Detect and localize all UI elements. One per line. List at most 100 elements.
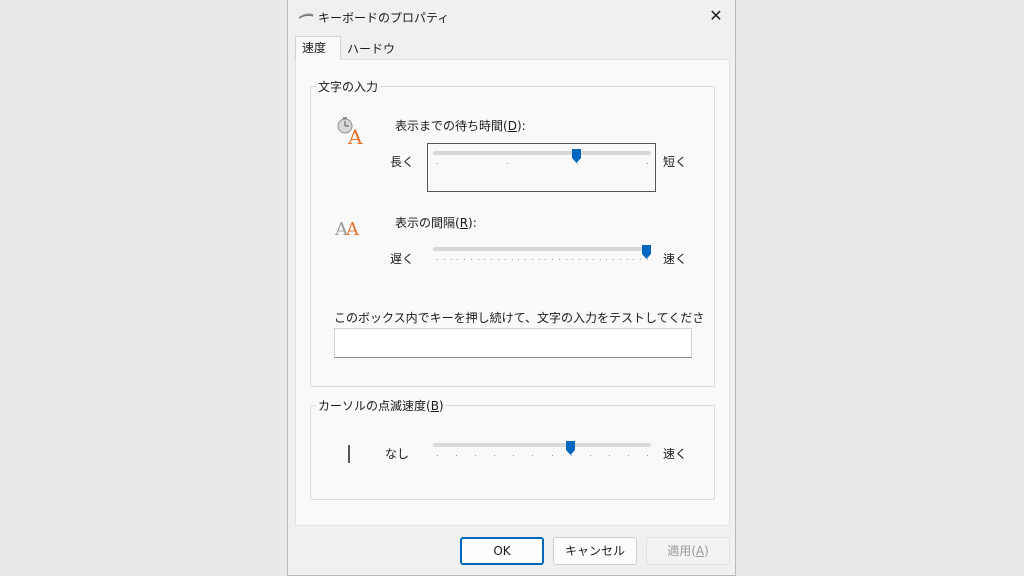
- slider-tick: [532, 455, 533, 456]
- cursor-left-label: なし: [385, 447, 410, 461]
- slider-tick: [525, 259, 526, 260]
- repeat-delay-accesskey: D: [507, 119, 517, 133]
- slider-tick: [475, 455, 476, 456]
- slider-tick: [647, 455, 648, 456]
- slider-tick: [505, 259, 506, 260]
- slider-tick: [444, 259, 445, 260]
- slider-tick: [513, 455, 514, 456]
- slider-tick: [494, 455, 495, 456]
- tab-speed[interactable]: 速度: [295, 36, 341, 60]
- slider-tick: [579, 259, 580, 260]
- repeat-rate-label-text: 表示の間隔(: [395, 216, 460, 230]
- tab-hardware[interactable]: ハードウェア: [341, 38, 401, 78]
- slider-tick: [559, 259, 560, 260]
- close-button[interactable]: ✕: [703, 4, 729, 28]
- slider-tick: [507, 163, 508, 164]
- slider-tick: [478, 259, 479, 260]
- slider-tick: [640, 259, 641, 260]
- close-icon: ✕: [709, 6, 723, 25]
- repeat-delay-left-label: 長く: [390, 155, 415, 169]
- repeat-rate-slider[interactable]: [433, 245, 651, 267]
- svg-text:A: A: [345, 219, 360, 240]
- slider-track: [433, 247, 651, 251]
- repeat-delay-slider[interactable]: [433, 149, 651, 171]
- apply-accesskey: A: [695, 544, 705, 558]
- slider-tick: [532, 259, 533, 260]
- slider-tick: [552, 259, 553, 260]
- slider-ticks: [437, 455, 648, 457]
- slider-tick: [456, 455, 457, 456]
- cursor-group-label-suffix: ): [438, 399, 444, 413]
- slider-tick: [437, 259, 438, 260]
- slider-tick: [593, 259, 594, 260]
- repeat-delay-label: 表示までの待ち時間(D):: [395, 117, 526, 134]
- slider-track: [433, 151, 651, 155]
- slider-tick: [471, 259, 472, 260]
- slider-tick: [437, 163, 438, 164]
- slider-tick: [633, 259, 634, 260]
- slider-tick: [590, 455, 591, 456]
- slider-tick: [647, 163, 648, 164]
- group-label-char-input: 文字の入力: [316, 78, 381, 95]
- cursor-preview-icon: [348, 445, 350, 463]
- slider-tick: [451, 259, 452, 260]
- keyboard-properties-dialog: キーボードのプロパティ ✕ 速度 ハードウェア 文字の入力 A 表示までの待ち時…: [287, 0, 736, 576]
- slider-tick: [571, 455, 572, 456]
- slider-thumb[interactable]: [642, 245, 651, 259]
- cursor-blink-slider[interactable]: [433, 441, 651, 463]
- slider-thumb[interactable]: [572, 149, 581, 163]
- slider-tick: [620, 259, 621, 260]
- slider-tick: [518, 259, 519, 260]
- slider-tick: [484, 259, 485, 260]
- cursor-right-label: 速く: [663, 447, 688, 461]
- slider-tick: [512, 259, 513, 260]
- slider-tick: [457, 259, 458, 260]
- slider-tick: [627, 259, 628, 260]
- slider-tick: [437, 455, 438, 456]
- slider-tick: [498, 259, 499, 260]
- repeat-rate-icon: A A: [335, 219, 360, 240]
- repeat-rate-accesskey: R: [459, 216, 469, 230]
- repeat-rate-label-suffix: ):: [468, 216, 477, 230]
- window-title: キーボードのプロパティ: [318, 11, 450, 25]
- test-input[interactable]: [334, 328, 692, 358]
- slider-tick: [609, 455, 610, 456]
- cursor-group-accesskey: B: [430, 399, 439, 413]
- slider-ticks: [437, 163, 648, 165]
- cursor-blink-group: カーソルの点滅速度(B) なし 速く: [310, 397, 715, 500]
- repeat-rate-right-label: 速く: [663, 252, 688, 266]
- slider-tick: [586, 259, 587, 260]
- ok-button[interactable]: OK: [460, 537, 544, 565]
- title-bar[interactable]: キーボードのプロパティ ✕: [288, 0, 735, 32]
- slider-thumb[interactable]: [566, 441, 575, 455]
- group-label-cursor-blink: カーソルの点滅速度(B): [316, 397, 446, 414]
- slider-track: [433, 443, 651, 447]
- slider-tick: [577, 163, 578, 164]
- slider-tick: [545, 259, 546, 260]
- cursor-group-label-text: カーソルの点滅速度(: [318, 399, 431, 413]
- repeat-delay-right-label: 短く: [663, 155, 688, 169]
- slider-tick: [647, 259, 648, 260]
- svg-text:A: A: [347, 125, 363, 146]
- repeat-rate-label: 表示の間隔(R):: [395, 214, 477, 231]
- repeat-delay-label-text: 表示までの待ち時間(: [395, 119, 508, 133]
- char-input-group: 文字の入力 A 表示までの待ち時間(D): 長く 短く A A 表示の間隔(R)…: [310, 78, 715, 387]
- tab-panel-speed: 文字の入力 A 表示までの待ち時間(D): 長く 短く A A 表示の間隔(R)…: [295, 59, 730, 526]
- apply-button[interactable]: 適用(A): [646, 537, 730, 565]
- slider-tick: [572, 259, 573, 260]
- repeat-delay-label-suffix: ):: [516, 119, 526, 133]
- keyboard-icon: [298, 13, 314, 19]
- apply-label-text: 適用(: [667, 544, 696, 558]
- slider-tick: [539, 259, 540, 260]
- slider-tick: [566, 259, 567, 260]
- apply-label-suffix: ): [704, 544, 709, 558]
- slider-tick: [464, 259, 465, 260]
- slider-tick: [606, 259, 607, 260]
- slider-tick: [600, 259, 601, 260]
- slider-ticks: [437, 259, 648, 261]
- slider-tick: [552, 455, 553, 456]
- slider-tick: [613, 259, 614, 260]
- cancel-button[interactable]: キャンセル: [553, 537, 637, 565]
- slider-tick: [491, 259, 492, 260]
- slider-tick: [628, 455, 629, 456]
